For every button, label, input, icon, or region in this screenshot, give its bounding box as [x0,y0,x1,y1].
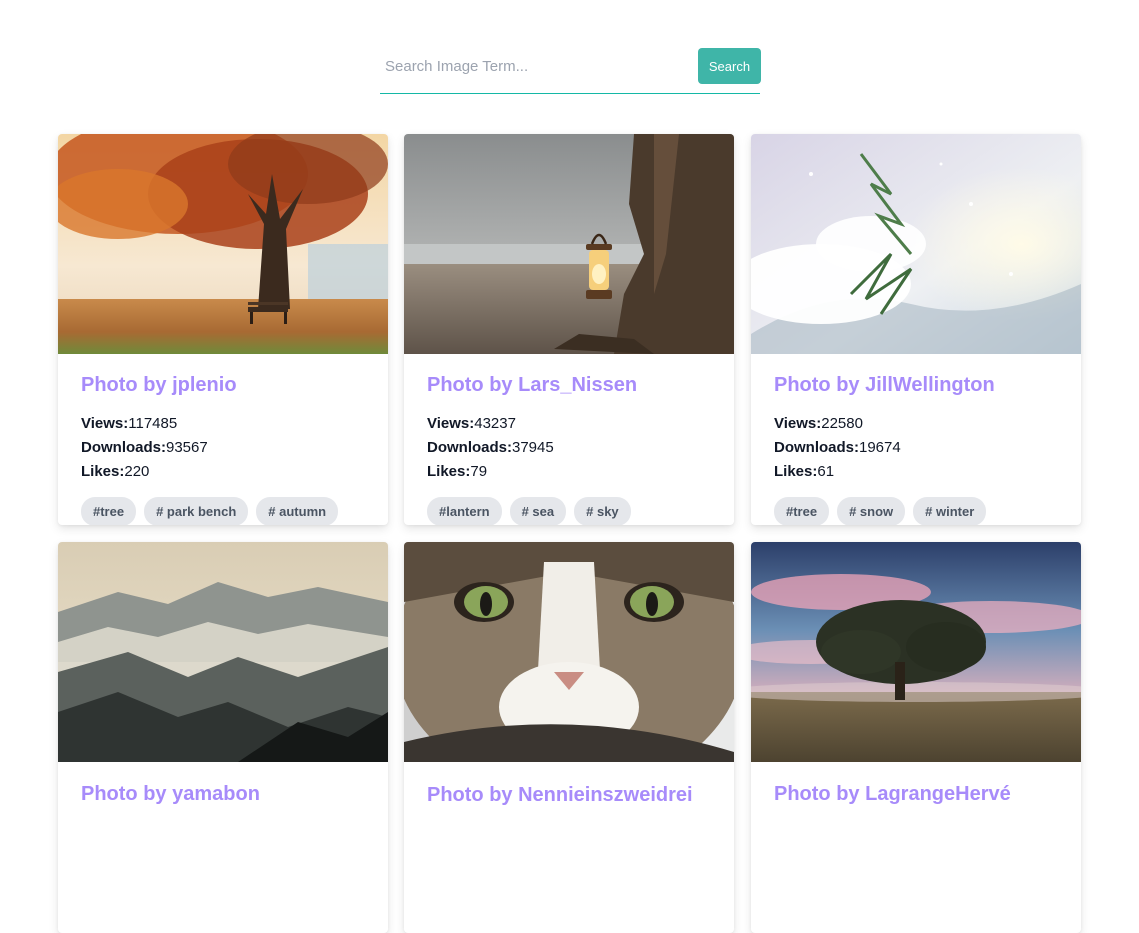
likes-value: 61 [817,463,835,480]
likes-row: Likes:79 [427,460,554,484]
card-stats: Views:43237 Downloads:37945 Likes:79 [427,412,554,484]
image-card: Photo by jplenio Views:117485 Downloads:… [58,134,388,525]
photo-autumn-tree [58,134,388,354]
tag-list: #lantern # sea # sky [427,497,631,525]
likes-row: Likes:61 [774,460,901,484]
views-value: 22580 [821,415,863,432]
card-title: Photo by JillWellington [774,374,995,396]
tag-list: #tree # snow # winter [774,497,987,525]
card-image-snowy-branch[interactable] [751,134,1081,354]
tag-badge: # sea [509,497,567,525]
tag-badge: #lantern [427,497,502,525]
card-image-lone-tree[interactable] [751,542,1081,762]
views-row: Views:22580 [774,412,901,436]
card-title: Photo by Lars_Nissen [427,374,638,396]
card-image-autumn-tree[interactable] [58,134,388,354]
downloads-value: 93567 [166,439,208,456]
likes-value: 220 [124,463,150,480]
views-label: Views: [774,415,822,432]
photo-cat [404,542,734,762]
likes-label: Likes: [81,463,125,480]
likes-row: Likes:220 [81,460,208,484]
likes-value: 79 [470,463,488,480]
likes-label: Likes: [427,463,471,480]
card-title: Photo by LagrangeHervé [774,783,1011,805]
tag-badge: # snow [837,497,906,525]
image-card: Photo by JillWellington Views:22580 Down… [751,134,1081,525]
tag-badge: # park bench [144,497,249,525]
image-grid: Photo by jplenio Views:117485 Downloads:… [0,0,1139,933]
card-stats: Views:22580 Downloads:19674 Likes:61 [774,412,901,484]
card-title: Photo by Nennieinszweidrei [427,784,693,806]
tag-badge: # sky [574,497,631,525]
card-image-lantern[interactable] [404,134,734,354]
card-title: Photo by jplenio [81,374,237,396]
views-value: 43237 [474,415,516,432]
card-image-misty-mountains[interactable] [58,542,388,762]
tag-badge: #tree [81,497,137,525]
views-label: Views: [81,415,129,432]
card-image-cat[interactable] [404,542,734,762]
card-stats: Views:117485 Downloads:93567 Likes:220 [81,412,208,484]
photo-lone-tree [751,542,1081,762]
downloads-label: Downloads: [774,439,859,456]
photo-lantern [404,134,734,354]
image-card: Photo by Lars_Nissen Views:43237 Downloa… [404,134,734,525]
downloads-value: 37945 [512,439,554,456]
image-card: Photo by Nennieinszweidrei [404,542,734,933]
likes-label: Likes: [774,463,818,480]
photo-misty-mountains [58,542,388,762]
downloads-row: Downloads:93567 [81,436,208,460]
downloads-value: 19674 [859,439,901,456]
tag-badge: #tree [774,497,830,525]
image-card: Photo by LagrangeHervé [751,542,1081,933]
views-row: Views:43237 [427,412,554,436]
tag-badge: # winter [913,497,987,525]
image-card: Photo by yamabon [58,542,388,933]
photo-snowy-branch [751,134,1081,354]
tag-badge: # autumn [256,497,339,525]
downloads-row: Downloads:19674 [774,436,901,460]
downloads-row: Downloads:37945 [427,436,554,460]
downloads-label: Downloads: [427,439,512,456]
downloads-label: Downloads: [81,439,166,456]
views-row: Views:117485 [81,412,208,436]
tag-list: #tree # park bench # autumn [81,497,339,525]
card-title: Photo by yamabon [81,783,260,805]
views-label: Views: [427,415,475,432]
views-value: 117485 [128,415,178,432]
